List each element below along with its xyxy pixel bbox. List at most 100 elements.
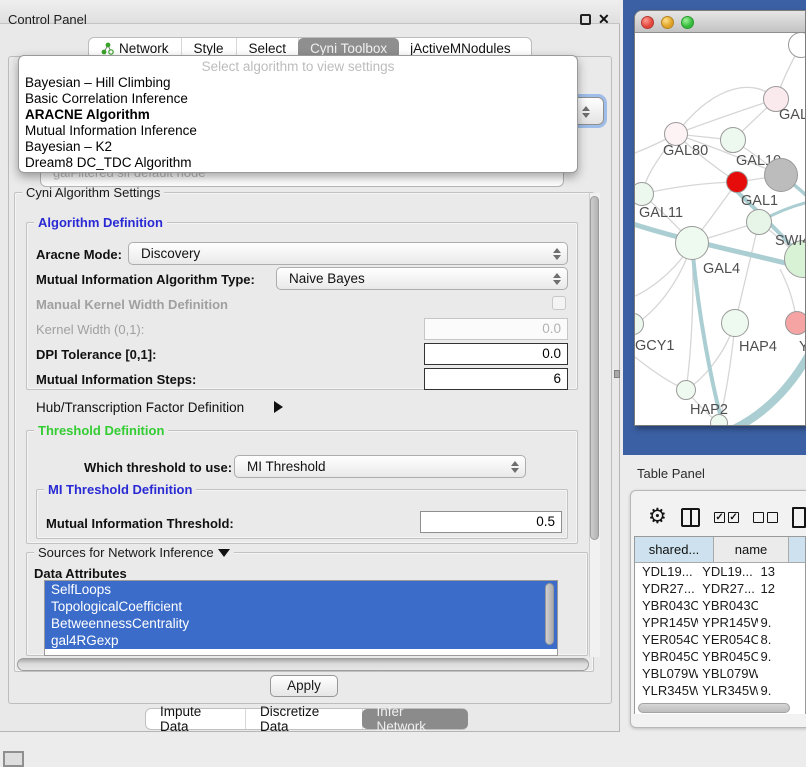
hub-expand-arrow-icon[interactable]	[274, 401, 283, 413]
combo-arrows-icon	[547, 248, 567, 260]
aracne-mode-label: Aracne Mode:	[36, 247, 122, 262]
collapsed-panel-icon[interactable]	[3, 751, 24, 767]
column-header-name[interactable]: name	[714, 537, 789, 563]
table-cell: YPR145W	[635, 614, 698, 631]
table-cell: YLR345W	[698, 682, 757, 699]
table-row[interactable]: YDL19...YDL19...13	[635, 563, 805, 580]
table-horizontal-scrollbar[interactable]	[636, 702, 804, 714]
algorithm-definition-title: Algorithm Definition	[34, 215, 167, 230]
algorithm-dropdown-popup: Select algorithm to view settings Bayesi…	[18, 55, 578, 173]
control-panel-titlebar	[0, 0, 620, 24]
network-node[interactable]	[726, 171, 748, 193]
which-threshold-label: Which threshold to use:	[84, 460, 232, 475]
data-attribute-item[interactable]: gal4RGexp	[45, 632, 557, 649]
table-row[interactable]: YDR27...YDR27...12	[635, 580, 805, 597]
table-cell: YBL079W	[635, 665, 698, 682]
network-window-titlebar[interactable]	[635, 11, 805, 33]
gear-icon[interactable]: ⚙	[648, 507, 667, 527]
algorithm-option[interactable]: Basic Correlation Inference	[19, 91, 577, 107]
network-node[interactable]	[675, 226, 709, 260]
table-cell: 12	[758, 580, 805, 597]
close-traffic-light-icon[interactable]	[641, 16, 654, 29]
kernel-width-field[interactable]: 0.0	[424, 318, 568, 340]
which-threshold-combo[interactable]: MI Threshold	[234, 455, 526, 478]
dropdown-placeholder: Select algorithm to view settings	[19, 59, 577, 74]
aracne-mode-value: Discovery	[129, 246, 547, 261]
algorithm-option[interactable]: Bayesian – Hill Climbing	[19, 75, 577, 91]
algorithm-option[interactable]: Mutual Information Inference	[19, 123, 577, 139]
mi-steps-field[interactable]: 6	[424, 368, 568, 390]
table-cell: 9.	[758, 614, 805, 631]
control-panel-title: Control Panel	[8, 12, 87, 27]
sources-group-title: Sources for Network Inference	[34, 545, 234, 560]
algorithm-option[interactable]: Bayesian – K2	[19, 139, 577, 155]
manual-kernel-width-checkbox[interactable]	[552, 296, 566, 310]
mi-threshold-group-title: MI Threshold Definition	[44, 482, 196, 497]
zoom-traffic-light-icon[interactable]	[681, 16, 694, 29]
tab-discretize-data[interactable]: Discretize Data	[246, 709, 363, 729]
network-node[interactable]	[764, 158, 798, 192]
table-row[interactable]: YLR345WYLR345W9.	[635, 682, 805, 699]
sources-title-text: Sources for Network Inference	[38, 545, 214, 560]
mi-algorithm-type-combo[interactable]: Naive Bayes	[276, 267, 568, 290]
network-node[interactable]	[746, 209, 772, 235]
tab-impute-data[interactable]: Impute Data	[146, 709, 246, 729]
splitpane-handle[interactable]	[614, 370, 620, 378]
select-all-checkboxes-icon[interactable]: ✓✓	[714, 512, 739, 523]
column-header-clipped[interactable]: A	[789, 537, 806, 563]
table-row[interactable]: YER054CYER054C8.	[635, 631, 805, 648]
tab-infer-network[interactable]: Infer Network	[362, 709, 468, 729]
tab-network-label: Network	[119, 41, 169, 56]
algorithm-combo-partial[interactable]: galFiltered sif default node	[40, 172, 564, 187]
data-attribute-item[interactable]: BetweennessCentrality	[45, 615, 557, 632]
data-attribute-item[interactable]: SelfLoops	[45, 581, 557, 598]
table-row[interactable]: YPR145WYPR145W9.	[635, 614, 805, 631]
tab-select-label: Select	[249, 41, 287, 56]
table-toolbar: ⚙ ✓✓	[636, 500, 806, 534]
mi-threshold-field[interactable]: 0.5	[420, 511, 562, 533]
network-window: GALGAL80GAL10GAL1GAL11SWI4GAL4GCY1HAP4YH…	[634, 10, 806, 426]
table-cell: 8.	[758, 631, 805, 648]
sources-collapse-arrow-icon[interactable]	[218, 549, 230, 557]
network-node-label: GAL4	[703, 261, 740, 277]
table-cell: YDR27...	[635, 580, 698, 597]
network-node[interactable]	[785, 311, 806, 335]
combo-arrows-icon	[547, 273, 567, 285]
threshold-definition-title: Threshold Definition	[34, 423, 168, 438]
table-function-icon[interactable]	[792, 507, 806, 528]
table-row[interactable]: YBR043CYBR043C	[635, 597, 805, 614]
float-window-icon[interactable]	[580, 14, 591, 25]
settings-scrollbar-thumb[interactable]	[590, 196, 599, 540]
columns-icon[interactable]	[681, 508, 700, 527]
network-canvas[interactable]: GALGAL80GAL10GAL1GAL11SWI4GAL4GCY1HAP4YH…	[635, 33, 806, 426]
table-cell: YDL19...	[698, 563, 757, 580]
dpi-tolerance-field[interactable]: 0.0	[424, 343, 568, 365]
network-node[interactable]	[720, 127, 746, 153]
algorithm-option[interactable]: ARACNE Algorithm	[19, 107, 577, 123]
data-attribute-item[interactable]: TopologicalCoefficient	[45, 598, 557, 615]
network-node-label: SWI4	[775, 233, 806, 249]
table-cell: YPR145W	[698, 614, 757, 631]
which-threshold-value: MI Threshold	[235, 459, 505, 474]
table-row[interactable]: YBR045CYBR045C9.	[635, 648, 805, 665]
table-cell: 9.	[758, 682, 805, 699]
column-header-shared-name[interactable]: shared...	[635, 537, 714, 563]
network-node[interactable]	[676, 380, 696, 400]
node-table: shared... name A YDL19...YDL19...13YDR27…	[634, 536, 806, 714]
table-scrollbar-thumb[interactable]	[638, 703, 790, 713]
algorithm-option[interactable]: Dream8 DC_TDC Algorithm	[19, 155, 577, 171]
deselect-all-checkboxes-icon[interactable]	[753, 512, 778, 523]
apply-button[interactable]: Apply	[270, 675, 338, 697]
network-node[interactable]	[710, 414, 728, 426]
aracne-mode-combo[interactable]: Discovery	[128, 242, 568, 265]
settings-horizontal-scrollbar[interactable]	[17, 658, 589, 671]
attribute-list-scrollbar[interactable]	[545, 583, 554, 645]
network-node[interactable]	[721, 309, 749, 337]
cyni-bottom-tabbar: Impute Data Discretize Data Infer Networ…	[145, 708, 468, 730]
table-row[interactable]: YBL079WYBL079W	[635, 665, 805, 682]
manual-kernel-width-label: Manual Kernel Width Definition	[36, 297, 228, 312]
close-icon[interactable]: ✕	[598, 11, 610, 28]
minimize-traffic-light-icon[interactable]	[661, 16, 674, 29]
network-node-label: GAL	[779, 107, 806, 123]
table-cell: YBR043C	[635, 597, 698, 614]
